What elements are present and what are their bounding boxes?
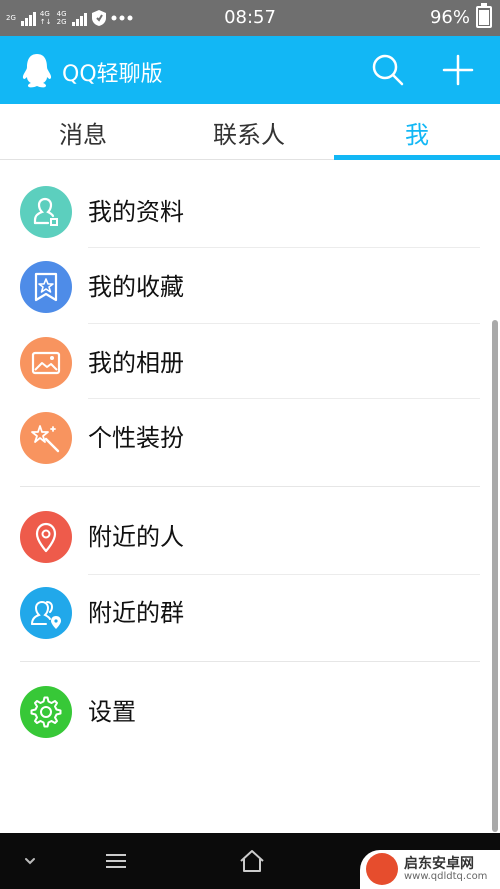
nearby-group-icon [20,587,72,639]
status-time: 08:57 [224,7,276,28]
plus-icon [442,54,474,86]
divider [88,398,480,399]
search-icon [372,54,404,86]
menu-item-settings[interactable]: 设置 [0,680,500,744]
menu-label: 个性装扮 [88,424,184,452]
tab-me[interactable]: 我 [334,104,500,160]
menu-item-my-profile[interactable]: 我的资料 [0,180,500,244]
menu-item-personalization[interactable]: 个性装扮 [0,406,500,470]
battery-percent: 96% [429,6,470,28]
chevron-down-icon [25,858,35,865]
nav-home-button[interactable] [236,845,268,877]
add-button[interactable] [440,52,476,88]
gear-icon [20,686,72,738]
menu-lines-icon [106,854,126,868]
photo-icon [20,337,72,389]
divider [88,247,480,248]
watermark-url: www.qdldtq.com [404,871,488,882]
menu-label: 我的资料 [88,198,184,226]
divider [88,574,480,575]
menu-item-people-nearby[interactable]: 附近的人 [0,505,500,569]
star-bookmark-icon [20,261,72,313]
tab-contacts[interactable]: 联系人 [166,104,332,160]
magic-wand-icon [20,412,72,464]
section-divider [20,486,480,487]
location-pin-icon [20,511,72,563]
active-tab-indicator [334,155,500,160]
section-divider [20,661,480,662]
battery-icon [476,3,492,28]
menu-label: 我的收藏 [88,273,184,301]
menu-item-my-favorites[interactable]: 我的收藏 [0,255,500,319]
divider [88,323,480,324]
menu-label: 我的相册 [88,349,184,377]
scrollbar[interactable] [492,320,498,832]
menu-item-my-album[interactable]: 我的相册 [0,331,500,395]
watermark-logo-icon [366,853,398,885]
title-bar: QQ轻聊版 [0,36,500,104]
qq-penguin-logo-icon [22,54,52,88]
tab-bar: 消息 联系人 我 [0,104,500,160]
tab-messages[interactable]: 消息 [0,104,166,160]
status-right: 96% [429,3,492,28]
watermark-name: 启东安卓网 [404,856,474,872]
menu-item-groups-nearby[interactable]: 附近的群 [0,581,500,645]
site-watermark: 启东安卓网 www.qdldtq.com [360,850,500,889]
menu-label: 附近的人 [88,523,184,551]
menu-label: 设置 [88,698,136,726]
nav-collapse-button[interactable] [14,845,46,877]
menu-label: 附近的群 [88,599,184,627]
status-bar: 2G 4G ↑↓ 4G 2G 08:57 96% [0,0,500,36]
nav-menu-button[interactable] [100,845,132,877]
app-title: QQ轻聊版 [62,62,163,87]
search-button[interactable] [370,52,406,88]
profile-card-icon [20,186,72,238]
home-icon [240,850,264,872]
